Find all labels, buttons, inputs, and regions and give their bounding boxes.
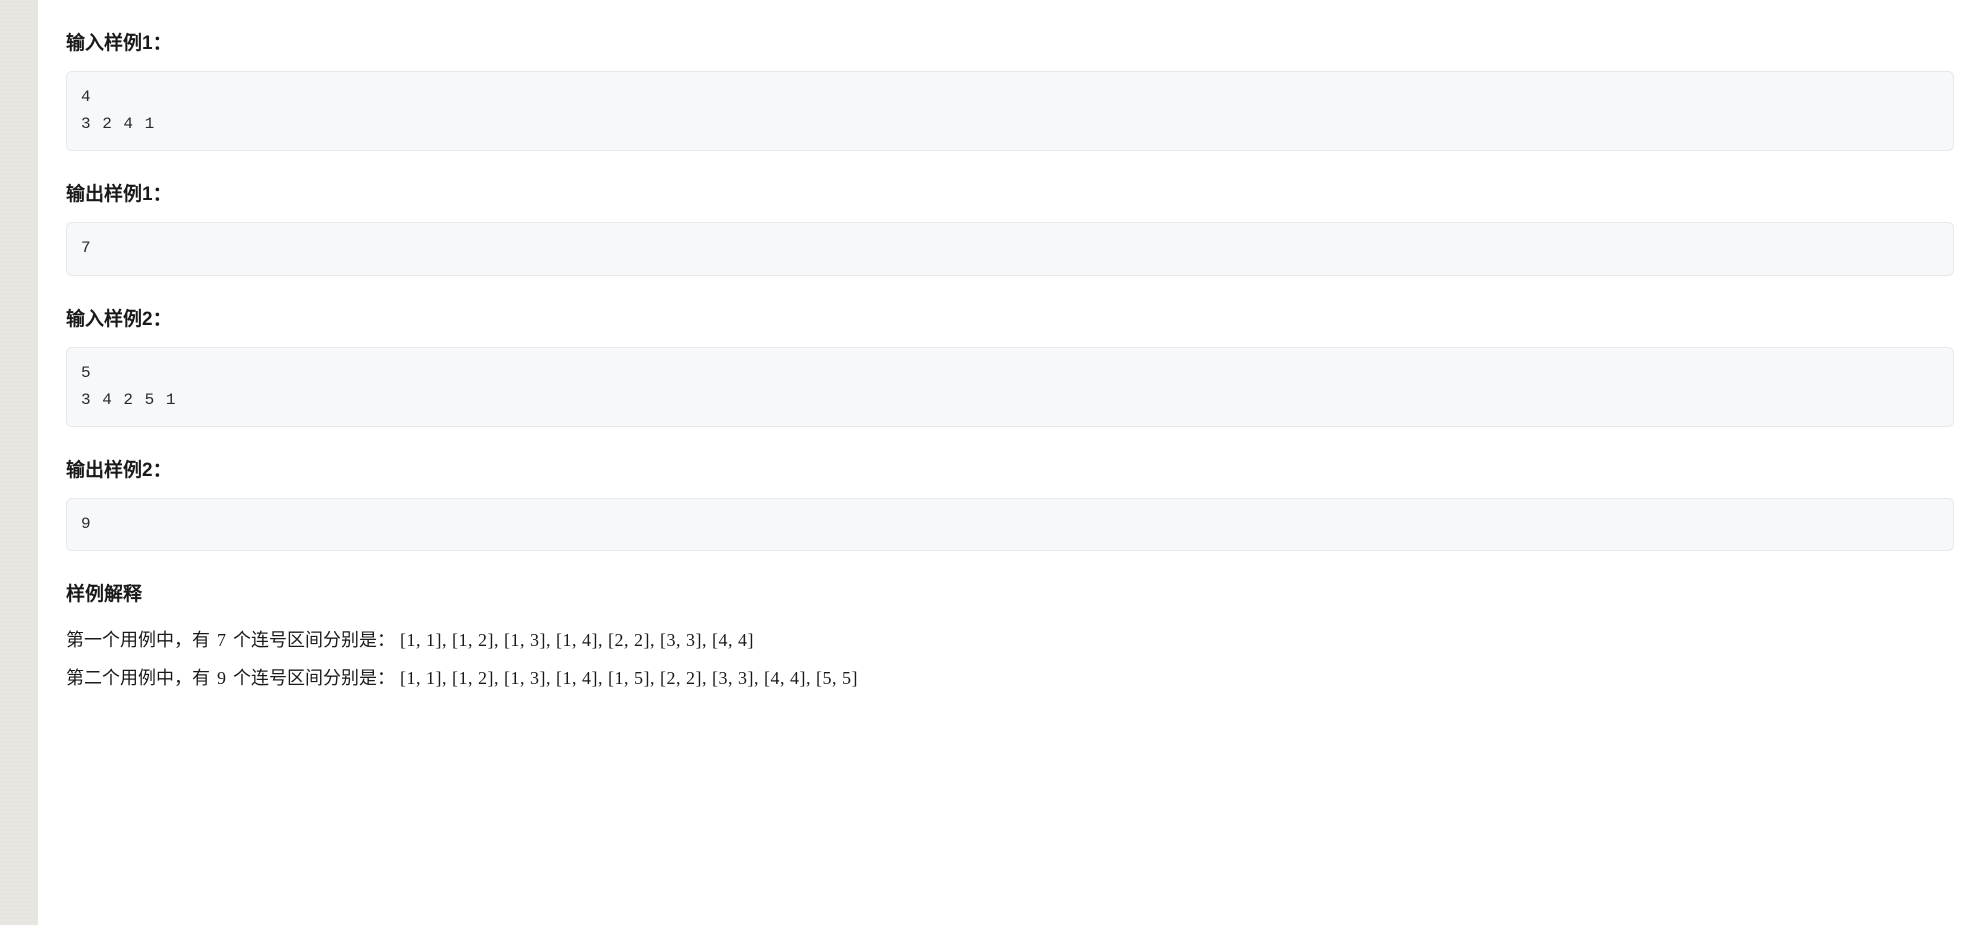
explanation-body: 第一个用例中，有 7 个连号区间分别是： [1, 1], [1, 2], [1,… [66, 622, 1954, 698]
output-sample-1-box: 7 [66, 222, 1954, 275]
output-sample-1-title: 输出样例1： [66, 179, 1954, 206]
input-sample-1-box: 4 3 2 4 1 [66, 71, 1954, 151]
explain1-prefix: 第一个用例中，有 [66, 630, 215, 650]
input-sample-1-title: 输入样例1： [66, 28, 1954, 55]
explain2-count: 9 [215, 668, 228, 688]
output-sample-2-title: 输出样例2： [66, 455, 1954, 482]
explain2-mid: 个连号区间分别是： [228, 668, 395, 688]
explain2-intervals: [1, 1], [1, 2], [1, 3], [1, 4], [1, 5], … [400, 668, 858, 688]
explanation-line-2: 第二个用例中，有 9 个连号区间分别是： [1, 1], [1, 2], [1,… [66, 660, 1954, 698]
explain2-prefix: 第二个用例中，有 [66, 668, 215, 688]
output-sample-2-box: 9 [66, 498, 1954, 551]
page-root: 输入样例1： 4 3 2 4 1 输出样例1： 7 输入样例2： 5 3 4 2… [0, 0, 1982, 925]
explain1-count: 7 [215, 630, 228, 650]
input-sample-2-box: 5 3 4 2 5 1 [66, 347, 1954, 427]
input-sample-2-title: 输入样例2： [66, 304, 1954, 331]
explanation-line-1: 第一个用例中，有 7 个连号区间分别是： [1, 1], [1, 2], [1,… [66, 622, 1954, 660]
explain1-intervals: [1, 1], [1, 2], [1, 3], [1, 4], [2, 2], … [400, 630, 754, 650]
explanation-title: 样例解释 [66, 579, 1954, 606]
explain1-mid: 个连号区间分别是： [228, 630, 395, 650]
problem-content: 输入样例1： 4 3 2 4 1 输出样例1： 7 输入样例2： 5 3 4 2… [38, 0, 1982, 925]
left-texture-strip [0, 0, 38, 925]
